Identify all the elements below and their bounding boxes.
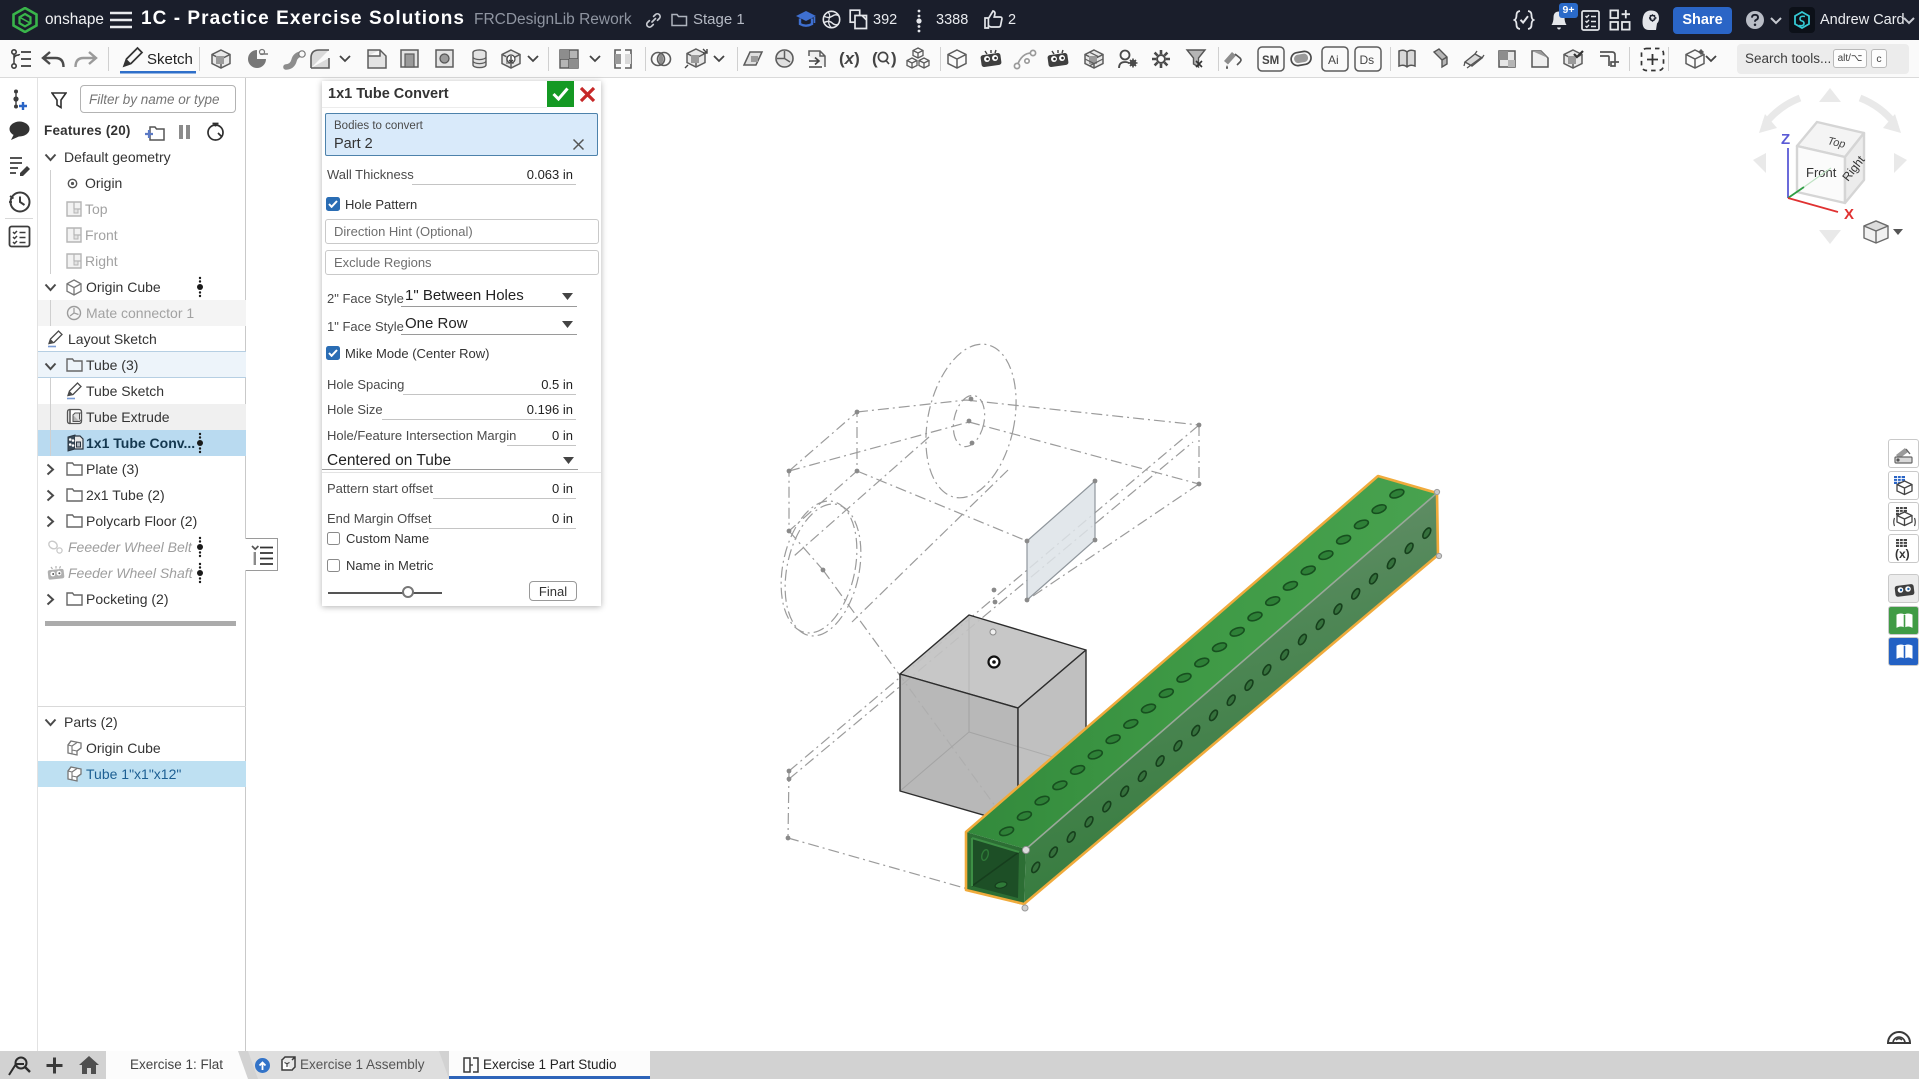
svg-text:(: ( [872,49,878,68]
svg-text:Ai: Ai [1328,53,1339,67]
svg-text:Front: Front [1806,165,1837,180]
svg-text:): ) [891,49,897,68]
svg-text:Z: Z [1781,131,1790,148]
svg-text:(x): (x) [839,49,860,68]
svg-text:X: X [1844,206,1854,223]
svg-text:SM: SM [1262,55,1279,67]
svg-text:Ds: Ds [1360,53,1375,67]
svg-text:(x): (x) [1895,547,1910,561]
svg-text:Sketch: Sketch [147,51,193,68]
